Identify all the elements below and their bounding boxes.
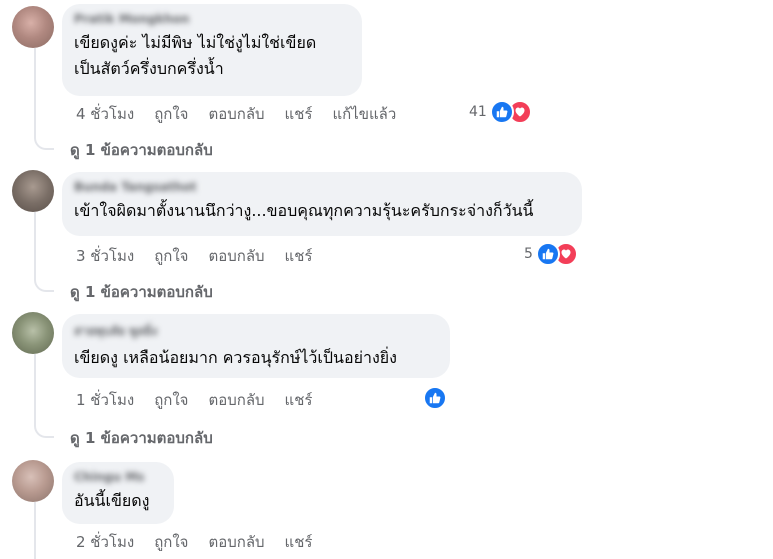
comment-text: เข้าใจผิดมาตั้งนานนึกว่างู...ขอบคุณทุกคว…: [74, 201, 534, 220]
reply-button[interactable]: ตอบกลับ: [208, 530, 264, 554]
comment-actions: 3 ชั่วโมง ถูกใจ ตอบกลับ แชร์: [76, 244, 332, 268]
avatar[interactable]: [12, 6, 54, 48]
comment-bubble: Chingu Ms อันนี้เขียดงู: [62, 462, 174, 524]
comment-bubble: Pratik Mongkhon เขียดงูค่ะ ไม่มีพิษ ไม่ใ…: [62, 4, 362, 96]
like-icon: [489, 100, 514, 124]
like-button[interactable]: ถูกใจ: [154, 388, 188, 412]
comment-author[interactable]: Chingu Ms: [74, 470, 160, 484]
thread-curve: [34, 134, 54, 150]
share-button[interactable]: แชร์: [285, 244, 313, 268]
comment-actions: 4 ชั่วโมง ถูกใจ ตอบกลับ แชร์ แก้ไขแล้ว: [76, 102, 416, 126]
comment-text: เขียดงูค่ะ ไม่มีพิษ ไม่ใช่งูไม่ใช่เขียด …: [74, 33, 317, 78]
comment-text: เขียดงู เหลือน้อยมาก ควรอนุรักษ์ไว้เป็นอ…: [74, 348, 397, 367]
reaction-count: 41: [469, 104, 487, 120]
reply-button[interactable]: ตอบกลับ: [208, 244, 264, 268]
reaction-summary[interactable]: [423, 386, 447, 410]
reaction-count: 5: [524, 246, 533, 262]
thread-line: [34, 354, 36, 424]
view-replies-link[interactable]: ดู 1 ข้อความตอบกลับ: [70, 138, 213, 162]
share-button[interactable]: แชร์: [285, 388, 313, 412]
thread-line: [34, 212, 36, 278]
avatar[interactable]: [12, 170, 54, 212]
comment-actions: 2 ชั่วโมง ถูกใจ ตอบกลับ แชร์: [76, 530, 332, 554]
reply-button[interactable]: ตอบกลับ: [208, 102, 264, 126]
thread-curve: [34, 276, 54, 292]
share-button[interactable]: แชร์: [285, 530, 313, 554]
reaction-summary[interactable]: 5: [524, 242, 578, 266]
comment-time[interactable]: 2 ชั่วโมง: [76, 530, 134, 554]
thread-line: [34, 48, 36, 138]
like-button[interactable]: ถูกใจ: [154, 244, 188, 268]
view-replies-link[interactable]: ดู 1 ข้อความตอบกลับ: [70, 426, 213, 450]
thread-curve: [34, 422, 54, 438]
like-icon: [423, 386, 447, 410]
avatar[interactable]: [12, 312, 54, 354]
avatar[interactable]: [12, 460, 54, 502]
comment-bubble: สายพุบลัย พูลยิ่ง เขียดงู เหลือน้อยมาก ค…: [62, 314, 450, 378]
share-button[interactable]: แชร์: [285, 102, 313, 126]
comment-author[interactable]: Bunda Tangsathot: [74, 180, 568, 194]
comment-time[interactable]: 1 ชั่วโมง: [76, 388, 134, 412]
edited-label: แก้ไขแล้ว: [332, 105, 397, 123]
comment-text: อันนี้เขียดงู: [74, 491, 150, 510]
reaction-summary[interactable]: 41: [469, 100, 532, 124]
reply-button[interactable]: ตอบกลับ: [208, 388, 264, 412]
comment-actions: 1 ชั่วโมง ถูกใจ ตอบกลับ แชร์: [76, 388, 332, 412]
comment-bubble: Bunda Tangsathot เข้าใจผิดมาตั้งนานนึกว่…: [62, 172, 582, 236]
thread-line: [34, 502, 36, 559]
like-button[interactable]: ถูกใจ: [154, 102, 188, 126]
comment-time[interactable]: 3 ชั่วโมง: [76, 244, 134, 268]
comment-author[interactable]: สายพุบลัย พูลยิ่ง: [74, 322, 436, 341]
like-icon: [535, 242, 560, 266]
view-replies-link[interactable]: ดู 1 ข้อความตอบกลับ: [70, 280, 213, 304]
comment-author[interactable]: Pratik Mongkhon: [74, 12, 348, 26]
comment-time[interactable]: 4 ชั่วโมง: [76, 102, 134, 126]
like-button[interactable]: ถูกใจ: [154, 530, 188, 554]
